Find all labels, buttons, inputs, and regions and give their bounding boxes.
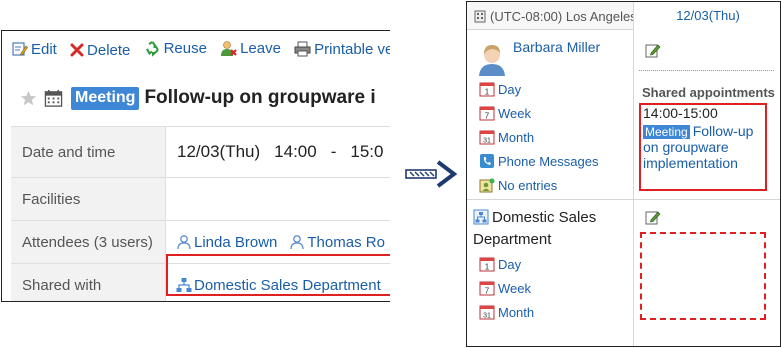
user-calendar-menu: 1 Day 7 Week 31 Month Phone Messages No …: [479, 77, 598, 197]
svg-text:7: 7: [485, 287, 490, 296]
day-calendar-icon: 1: [479, 257, 495, 272]
meeting-badge: Meeting: [71, 86, 140, 110]
week-label: Week: [498, 105, 531, 121]
day-view-link[interactable]: 1 Day: [479, 77, 598, 101]
group-name-text: Domestic Sales Department: [473, 209, 597, 248]
timezone-text: (UTC-08:00) Los Angeles: [490, 9, 637, 24]
delete-label: Delete: [87, 41, 131, 59]
printable-button[interactable]: Printable ve: [294, 41, 390, 58]
facilities-value: [166, 178, 390, 220]
presence-status-link[interactable]: No entries: [479, 173, 598, 197]
attendee-name: Linda Brown: [194, 233, 278, 251]
date-value: 12/03(Thu): [177, 142, 261, 161]
toolbar: Edit Delete Reuse Leave Printable ve: [12, 40, 390, 60]
group-day-view-link[interactable]: 1 Day: [479, 252, 534, 276]
add-appointment-icon[interactable]: [645, 42, 661, 58]
week-calendar-icon: 7: [479, 106, 495, 121]
attendees-label: Attendees (3 users): [11, 221, 166, 263]
meeting-badge: Meeting: [643, 125, 690, 139]
shared-with-highlight: [166, 254, 390, 296]
attendee-link[interactable]: Thomas Ro: [289, 234, 385, 251]
org-chart-icon: [473, 209, 489, 225]
calendar-icon: [44, 89, 63, 107]
group-name: Domestic Sales Department: [473, 207, 623, 251]
user-icon: [177, 235, 191, 250]
end-time: 15:0: [350, 142, 384, 161]
phone-messages-link[interactable]: Phone Messages: [479, 149, 598, 173]
month-label: Month: [498, 129, 535, 145]
svg-text:31: 31: [483, 313, 491, 320]
delete-button[interactable]: Delete: [70, 42, 130, 59]
right-arrow-icon: [405, 160, 457, 188]
edit-button[interactable]: Edit: [12, 41, 57, 58]
user-icon: [290, 235, 305, 250]
week-label: Week: [498, 280, 531, 296]
dotted-separator: [639, 70, 774, 71]
month-calendar-icon: 31: [479, 130, 495, 145]
attendee-link[interactable]: Linda Brown: [176, 234, 277, 251]
appointment-title: Follow-up on groupware i: [144, 87, 376, 108]
row-divider: [467, 199, 780, 200]
month-view-link[interactable]: 31 Month: [479, 125, 598, 149]
appointment-time: 14:00-15:00: [643, 105, 718, 121]
shared-with-label: Shared with: [11, 264, 166, 301]
star-icon[interactable]: [20, 90, 37, 107]
month-label: Month: [498, 304, 535, 320]
day-label: Day: [498, 81, 522, 97]
leave-button[interactable]: Leave: [220, 40, 281, 57]
week-view-link[interactable]: 7 Week: [479, 101, 598, 125]
edit-icon: [12, 42, 28, 56]
edit-label: Edit: [31, 40, 57, 58]
svg-text:1: 1: [485, 88, 490, 97]
group-calendar-view: (UTC-08:00) Los Angeles 12/03(Thu) Barba…: [466, 1, 781, 347]
row-facilities: Facilities: [11, 178, 390, 221]
day-label: Day: [498, 256, 522, 272]
day-calendar-icon: 1: [479, 82, 495, 97]
facilities-label: Facilities: [11, 178, 166, 220]
row-date-time: Date and time 12/03(Thu) 14:00 - 15:0: [11, 127, 390, 178]
presence-icon: [479, 178, 495, 193]
empty-appointment-placeholder: [640, 232, 766, 320]
avatar: [479, 45, 505, 76]
date-header[interactable]: 12/03(Thu): [633, 2, 780, 30]
start-time: 14:00: [274, 142, 317, 161]
reuse-label: Reuse: [163, 40, 207, 57]
svg-text:1: 1: [485, 263, 490, 272]
svg-text:31: 31: [483, 138, 491, 145]
add-group-appointment-icon[interactable]: [645, 209, 661, 225]
leave-person-icon: [221, 41, 237, 56]
group-month-view-link[interactable]: 31 Month: [479, 300, 534, 324]
column-divider: [633, 30, 634, 346]
svg-text:7: 7: [485, 112, 490, 121]
date-time-label: Date and time: [11, 127, 166, 177]
phone-icon: [480, 154, 494, 168]
leave-label: Leave: [240, 40, 281, 57]
printer-icon: [294, 41, 311, 57]
user-name-link[interactable]: Barbara Miller: [513, 39, 600, 55]
date-time-value: 12/03(Thu) 14:00 - 15:0: [166, 127, 390, 177]
shared-appointments-title: Shared appointments: [642, 85, 775, 100]
shared-appointment[interactable]: 14:00-15:00 Meeting Follow-up on groupwar…: [643, 105, 767, 171]
recycle-icon: [145, 41, 159, 57]
month-calendar-icon: 31: [479, 305, 495, 320]
time-dash: -: [330, 142, 337, 161]
printable-label: Printable ve: [314, 40, 390, 58]
group-calendar-menu: 1 Day 7 Week 31 Month: [479, 252, 534, 324]
reuse-button[interactable]: Reuse: [144, 40, 207, 57]
no-entries-label: No entries: [498, 177, 558, 193]
week-calendar-icon: 7: [479, 281, 495, 296]
appointment-title-bar: Meeting Follow-up on groupware i: [20, 85, 376, 111]
calendar-header: (UTC-08:00) Los Angeles 12/03(Thu): [467, 2, 780, 30]
phone-messages-label: Phone Messages: [498, 153, 599, 169]
delete-x-icon: [70, 43, 84, 57]
attendee-name: Thomas Ro: [307, 233, 385, 251]
group-week-view-link[interactable]: 7 Week: [479, 276, 534, 300]
building-icon: [474, 10, 486, 23]
timezone-label: (UTC-08:00) Los Angeles: [474, 9, 637, 24]
